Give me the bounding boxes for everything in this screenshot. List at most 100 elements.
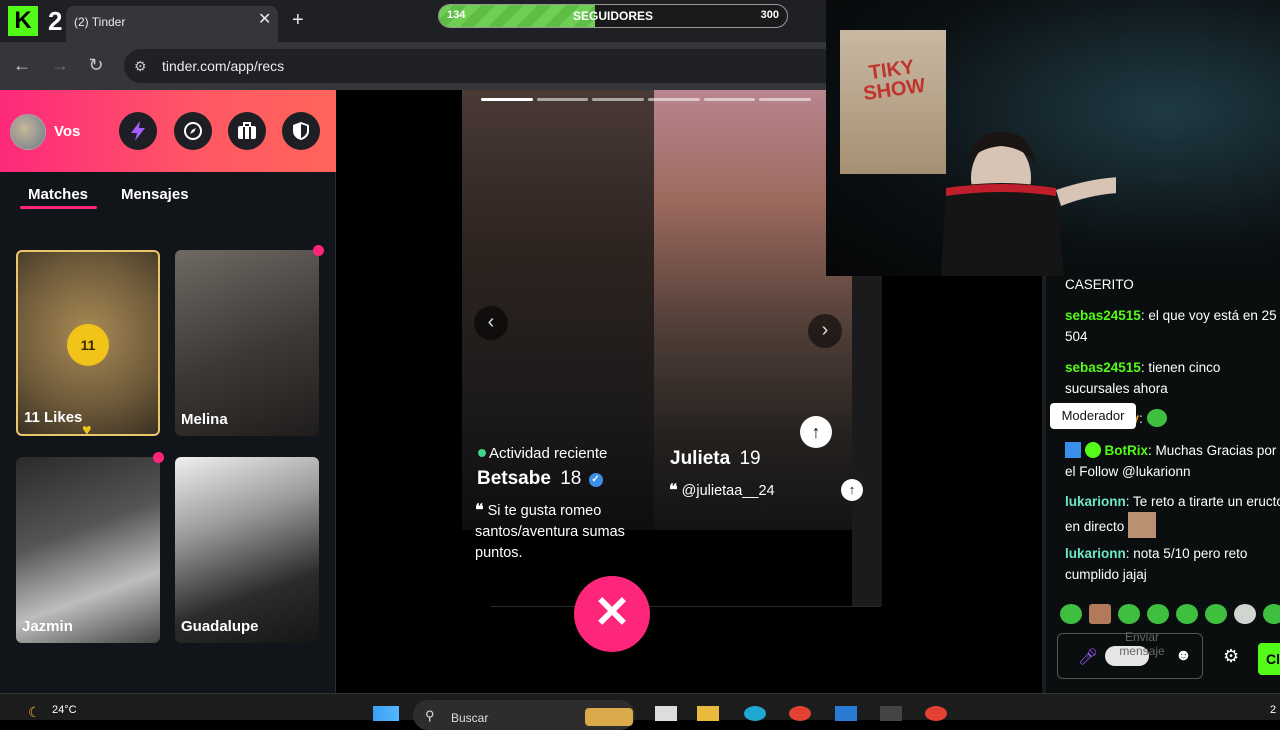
chat-message: BotRix: Muchas Gracias por el Follow @lu…: [1065, 442, 1277, 479]
chat-message: sebas24515: el que voy está en 25 504: [1065, 308, 1277, 344]
settings-icon[interactable]: ⚙: [1223, 646, 1239, 667]
verified-icon: ✓: [588, 473, 603, 487]
poster-text: TIKY SHOW: [862, 56, 927, 106]
profile-card-edge: [852, 276, 882, 606]
avatar[interactable]: [10, 114, 46, 150]
kick-count: 2: [48, 6, 63, 36]
chat-input-placeholder: Enviar mensaje: [1119, 630, 1165, 658]
profile-age: 18: [560, 468, 582, 489]
emote-icon[interactable]: [1118, 604, 1140, 624]
likes-count-badge: 11: [67, 324, 109, 366]
divider: [491, 606, 881, 607]
new-tab-button[interactable]: +: [292, 10, 304, 30]
webcam-overlay: TIKY SHOW: [826, 0, 1280, 276]
app-icon[interactable]: [880, 706, 902, 721]
match-card-jazmin[interactable]: Jazmin: [16, 457, 160, 643]
moderator-badge-icon: [1065, 442, 1081, 458]
browser-tab[interactable]: (2) Tinder ✕: [66, 6, 278, 42]
likes-label: 11 Likes: [24, 409, 83, 426]
next-profile-name-age: Julieta 19: [670, 448, 761, 470]
matches-sidebar: Vos Matches Mensajes 11 11 Likes ♥ Melin…: [0, 90, 336, 693]
followers-label: SEGUIDORES: [572, 9, 653, 23]
boost-icon[interactable]: [119, 112, 157, 150]
windows-taskbar: ☾ 24°C ⚲ Buscar 2: [0, 693, 1280, 730]
chat-message: CASERITO: [1065, 277, 1134, 292]
weather-temp[interactable]: 24°C: [52, 704, 77, 716]
vscode-icon[interactable]: [835, 706, 857, 721]
followers-goal-bar: 134 SEGUIDORES 300: [438, 4, 788, 28]
open-profile-icon[interactable]: ↑: [841, 479, 863, 501]
windows-start-icon[interactable]: [373, 706, 399, 721]
search-highlight-icon: [585, 708, 633, 726]
activity-status: Actividad reciente: [478, 445, 607, 462]
briefcase-icon[interactable]: [228, 112, 266, 150]
quote-icon: ❝: [475, 502, 484, 519]
match-card-melina[interactable]: Melina: [175, 250, 319, 436]
chat-message: sy:: [1124, 408, 1280, 429]
emote-icon[interactable]: [1234, 604, 1256, 624]
send-button[interactable]: Cl: [1258, 643, 1280, 675]
new-match-dot: [153, 452, 164, 463]
site-settings-icon[interactable]: ⚙: [134, 57, 152, 75]
emote-icon[interactable]: [1263, 604, 1280, 624]
reload-icon[interactable]: ↻: [85, 54, 107, 76]
emote-icon[interactable]: [1089, 604, 1111, 624]
sidebar-header: Vos: [0, 90, 336, 172]
task-view-icon[interactable]: [655, 706, 677, 721]
chat-message: lukarionn: nota 5/10 pero reto cumplido …: [1065, 546, 1248, 582]
heart-icon: ♥: [82, 422, 92, 436]
moderator-tooltip: Moderador: [1050, 403, 1136, 429]
match-name: Guadalupe: [181, 618, 259, 635]
tab-matches[interactable]: Matches: [28, 186, 88, 203]
profile-name: Julieta: [670, 448, 731, 469]
profile-name-age: Betsabe 18 ✓: [477, 468, 603, 490]
edge-icon[interactable]: [744, 706, 766, 721]
profile-age: 19: [739, 448, 761, 469]
next-photo-icon[interactable]: ›: [808, 314, 842, 348]
profile-bio: ❝ Si te gusta romeo santos/aventura suma…: [475, 502, 625, 561]
emote-icon[interactable]: [1205, 604, 1227, 624]
chrome-profile-icon[interactable]: [925, 706, 947, 721]
match-name: Melina: [181, 411, 228, 428]
address-bar-row: ← → ↻ ⚙ tinder.com/app/recs: [0, 42, 826, 90]
emote-icon: [1128, 512, 1157, 538]
next-profile-handle: ❝ @julietaa__24: [669, 482, 775, 499]
explore-icon[interactable]: [174, 112, 212, 150]
file-explorer-icon[interactable]: [697, 706, 719, 721]
kick-logo: K: [8, 6, 38, 36]
clock[interactable]: 2: [1270, 704, 1276, 716]
chat-message: lukarionn: Te reto a tirarte un eructo e…: [1065, 491, 1280, 538]
likes-card[interactable]: 11 11 Likes ♥: [16, 250, 160, 436]
weather-icon: ☾: [28, 704, 41, 720]
profile-name[interactable]: Vos: [54, 123, 80, 140]
new-match-dot: [313, 245, 324, 256]
close-tab-icon[interactable]: ✕: [258, 12, 271, 28]
photo-progress-bar: [481, 98, 812, 102]
chat-message: sebas24515: tienen cinco sucursales ahor…: [1065, 360, 1221, 396]
forward-icon[interactable]: →: [49, 54, 71, 76]
emote-icon[interactable]: [1176, 604, 1198, 624]
nope-button[interactable]: ✕: [574, 576, 650, 652]
chrome-icon[interactable]: [789, 706, 811, 721]
emote-icon: [1146, 409, 1167, 427]
emote-icon[interactable]: [1060, 604, 1082, 624]
url-text: tinder.com/app/recs: [162, 58, 285, 74]
back-icon[interactable]: ←: [11, 54, 33, 76]
emoji-icon[interactable]: ☻: [1175, 647, 1192, 665]
taskbar-search[interactable]: ⚲ Buscar: [413, 700, 635, 730]
quote-icon: ❝: [669, 482, 678, 499]
active-tab-indicator: [20, 206, 97, 209]
open-profile-icon[interactable]: ↑: [800, 416, 832, 448]
mic-icon[interactable]: 🎤︎: [1078, 647, 1098, 667]
match-name: Jazmin: [22, 618, 73, 635]
prev-photo-icon[interactable]: ‹: [474, 306, 508, 340]
tab-mensajes[interactable]: Mensajes: [121, 186, 189, 203]
profile-name: Betsabe: [477, 468, 551, 489]
chat-input[interactable]: 🎤︎ Enviar mensaje ☻: [1057, 630, 1203, 679]
match-card-guadalupe[interactable]: Guadalupe: [175, 457, 319, 643]
search-placeholder: Buscar: [451, 711, 489, 725]
emote-icon[interactable]: [1147, 604, 1169, 624]
streamer: [941, 131, 1116, 276]
shield-icon[interactable]: [282, 112, 320, 150]
address-bar[interactable]: ⚙ tinder.com/app/recs: [124, 49, 826, 83]
